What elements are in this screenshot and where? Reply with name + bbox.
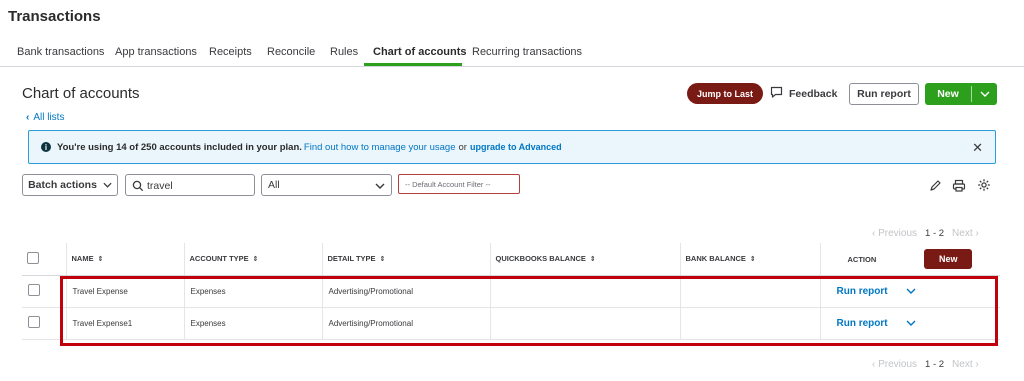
page-range: 1 - 2 (925, 228, 945, 239)
jump-to-last-button[interactable]: Jump to Last (687, 83, 763, 104)
search-box (125, 174, 255, 196)
new-button[interactable]: New (925, 83, 971, 105)
previous-page-link[interactable]: ‹ Previous (872, 228, 917, 239)
select-all-checkbox[interactable] (27, 251, 39, 264)
info-icon: i (41, 142, 51, 152)
chevron-down-icon (375, 180, 385, 192)
search-input[interactable] (147, 178, 251, 193)
col-detail-type[interactable]: DETAIL TYPE ⇕ (322, 243, 491, 276)
account-type-value: All (268, 179, 280, 191)
chevron-down-icon (980, 91, 989, 97)
default-account-filter[interactable]: -- Default Account Filter -- (398, 174, 520, 194)
tab-chart-of-accounts[interactable]: Chart of accounts (373, 46, 467, 58)
next-page-link[interactable]: Next › (952, 359, 979, 370)
tab-bank-transactions[interactable]: Bank transactions (17, 46, 104, 58)
sort-icon: ⇕ (379, 256, 386, 264)
tab-receipts[interactable]: Receipts (209, 46, 252, 58)
select-all-cell (22, 243, 67, 276)
table-header-row: NAME ⇕ ACCOUNT TYPE ⇕ DETAIL TYPE ⇕ QUICKBO… (22, 243, 1000, 276)
table-new-button[interactable]: New (924, 248, 973, 269)
usage-text: You're using 14 of 250 accounts included… (57, 141, 302, 153)
speech-bubble-icon (770, 86, 783, 101)
sort-icon: ⇕ (252, 256, 259, 264)
run-report-button[interactable]: Run report (849, 83, 919, 105)
col-action: ACTION New (820, 243, 1000, 276)
all-lists-link[interactable]: ‹ All lists (26, 112, 64, 123)
new-menu-toggle[interactable] (972, 83, 997, 105)
previous-page-link[interactable]: ‹ Previous (872, 359, 917, 370)
next-page-link[interactable]: Next › (952, 228, 979, 239)
tab-bar: Bank transactions App transactions Recei… (0, 38, 1024, 67)
sort-icon: ⇕ (97, 256, 104, 264)
col-quickbooks-balance[interactable]: QUICKBOOKS BALANCE ⇕ (490, 243, 681, 276)
highlight-box (60, 276, 998, 346)
tab-app-transactions[interactable]: App transactions (115, 46, 197, 58)
page-range: 1 - 2 (925, 359, 945, 370)
feedback-label: Feedback (789, 87, 838, 100)
col-account-type[interactable]: ACCOUNT TYPE ⇕ (184, 243, 323, 276)
pencil-icon[interactable] (927, 177, 943, 193)
gear-icon[interactable] (976, 177, 992, 193)
upgrade-link[interactable]: upgrade to Advanced (470, 142, 562, 152)
pagination-top: ‹ Previous 1 - 2 Next › (872, 228, 979, 239)
chevron-down-icon (103, 182, 112, 188)
batch-actions-label: Batch actions (28, 179, 97, 191)
tab-reconcile[interactable]: Reconcile (267, 46, 315, 58)
sort-icon: ⇕ (589, 256, 596, 264)
col-bank-balance[interactable]: BANK BALANCE ⇕ (680, 243, 821, 276)
new-split-button: New (925, 83, 997, 105)
feedback-button[interactable]: Feedback (770, 86, 837, 101)
row-checkbox[interactable] (28, 316, 40, 328)
close-icon[interactable]: ✕ (972, 140, 983, 156)
batch-actions-button[interactable]: Batch actions (22, 174, 118, 196)
manage-usage-link[interactable]: Find out how to manage your usage (304, 142, 456, 153)
all-lists-label: All lists (33, 112, 65, 123)
or-text: or (458, 141, 467, 153)
active-tab-indicator (364, 63, 462, 66)
row-checkbox[interactable] (28, 284, 40, 296)
tab-rules[interactable]: Rules (330, 46, 358, 58)
section-title: Chart of accounts (22, 85, 140, 102)
chevron-left-icon: ‹ (26, 112, 30, 123)
page-title: Transactions (8, 8, 101, 25)
sort-icon: ⇕ (749, 256, 756, 264)
usage-info-banner: i You're using 14 of 250 accounts includ… (28, 130, 996, 164)
account-type-select[interactable]: All (261, 174, 392, 196)
tab-recurring-transactions[interactable]: Recurring transactions (472, 46, 582, 58)
search-icon (132, 179, 144, 197)
col-name[interactable]: NAME ⇕ (66, 243, 185, 276)
printer-icon[interactable] (951, 177, 967, 193)
pagination-bottom: ‹ Previous 1 - 2 Next › (872, 359, 979, 370)
